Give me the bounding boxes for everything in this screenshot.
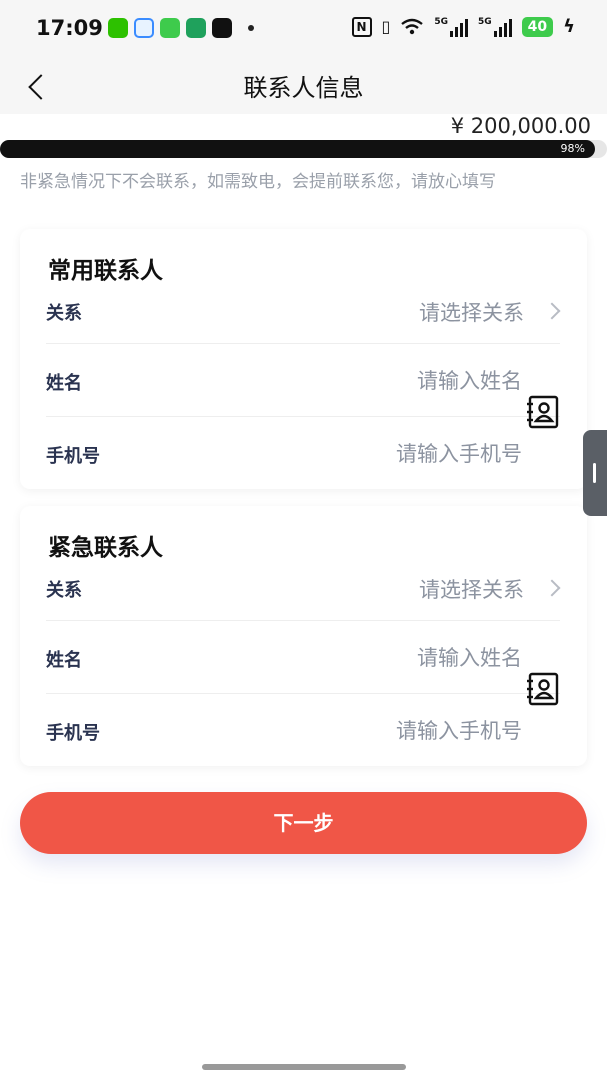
regular-contact-card: 常用联系人 关系 请选择关系 姓名 手机号 (20, 229, 587, 489)
page-title: 联系人信息 (243, 74, 364, 102)
divider (46, 416, 560, 417)
phone-label: 手机号 (46, 446, 100, 467)
loan-amount: ¥ 200,000.00 (450, 114, 591, 138)
progress-fill (0, 140, 595, 158)
more-notifications-icon (248, 25, 254, 31)
message-icon (160, 18, 180, 38)
system-icons: N ▯ 5G 5G 40 ϟ (351, 16, 575, 37)
relation-label: 关系 (46, 580, 82, 601)
side-drawer-handle[interactable] (583, 430, 607, 516)
phone-label: 手机号 (46, 723, 100, 744)
divider (46, 620, 560, 621)
name-input[interactable] (282, 361, 522, 401)
media-icon (212, 18, 232, 38)
divider (46, 343, 560, 344)
contact-book-icon[interactable] (525, 671, 561, 707)
relation-select[interactable]: 关系 请选择关系 (46, 279, 561, 343)
name-input[interactable] (282, 638, 522, 678)
nav-bar: 联系人信息 (0, 56, 607, 114)
notification-icons (108, 18, 254, 38)
charging-icon: ϟ (563, 16, 575, 37)
name-row: 姓名 (46, 349, 560, 413)
progress-bar: 98% (0, 140, 607, 158)
phone-row: 手机号 (46, 699, 560, 763)
contact-book-icon[interactable] (525, 394, 561, 430)
nfc-icon: N (351, 16, 372, 37)
status-bar: 17:09 N ▯ 5G 5G 40 ϟ (0, 0, 607, 56)
progress-percent: 98% (560, 142, 585, 155)
relation-placeholder: 请选择关系 (419, 578, 524, 602)
vibrate-icon: ▯ (381, 17, 391, 36)
oppo-icon (186, 18, 206, 38)
chevron-right-icon (543, 579, 561, 597)
chevron-right-icon (543, 302, 561, 320)
emergency-contact-card: 紧急联系人 关系 请选择关系 姓名 手机号 (20, 506, 587, 766)
network-type-1: 5G (434, 16, 448, 27)
name-row: 姓名 (46, 626, 560, 690)
relation-select[interactable]: 关系 请选择关系 (46, 556, 561, 620)
network-type-2: 5G (477, 16, 492, 27)
phone-row: 手机号 (46, 422, 560, 486)
wifi-icon (401, 18, 424, 34)
relation-placeholder: 请选择关系 (419, 301, 524, 325)
phone-input[interactable] (282, 434, 522, 474)
wechat-icon (108, 18, 128, 38)
relation-label: 关系 (46, 303, 82, 324)
app-icon (134, 18, 154, 38)
divider (46, 693, 560, 694)
name-label: 姓名 (46, 373, 82, 394)
status-time: 17:09 (36, 16, 103, 40)
name-label: 姓名 (46, 650, 82, 671)
phone-input[interactable] (282, 711, 522, 751)
battery-icon: 40 (521, 16, 554, 37)
home-indicator[interactable] (202, 1064, 406, 1070)
privacy-notice: 非紧急情况下不会联系，如需致电，会提前联系您，请放心填写 (20, 172, 496, 192)
next-step-button[interactable]: 下一步 (20, 792, 587, 854)
signal-icon-1: 5G (434, 17, 468, 37)
signal-icon-2: 5G (478, 17, 512, 37)
